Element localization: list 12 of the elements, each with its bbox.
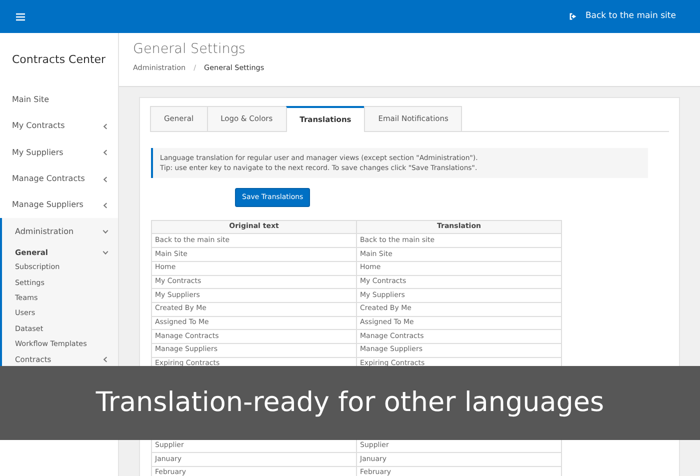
brand-title: Contracts Center (11, 52, 107, 68)
sidebar-item[interactable]: Main Site (0, 87, 118, 114)
sidebar-item[interactable]: Manage Suppliers (0, 192, 118, 218)
sidebar-item[interactable]: Manage Contracts (0, 166, 118, 192)
sidebar-item[interactable]: Administration (2, 218, 118, 245)
exit-icon (569, 13, 578, 20)
sidebar-item[interactable]: My Contracts (0, 113, 118, 140)
menu-icon[interactable] (16, 12, 25, 20)
back-link[interactable]: Back to the main site (569, 10, 676, 23)
page-title: General Settings (133, 41, 246, 58)
caption-banner: Translation-ready for other languages (0, 366, 700, 440)
sidebar-item[interactable]: My Suppliers (0, 140, 118, 166)
